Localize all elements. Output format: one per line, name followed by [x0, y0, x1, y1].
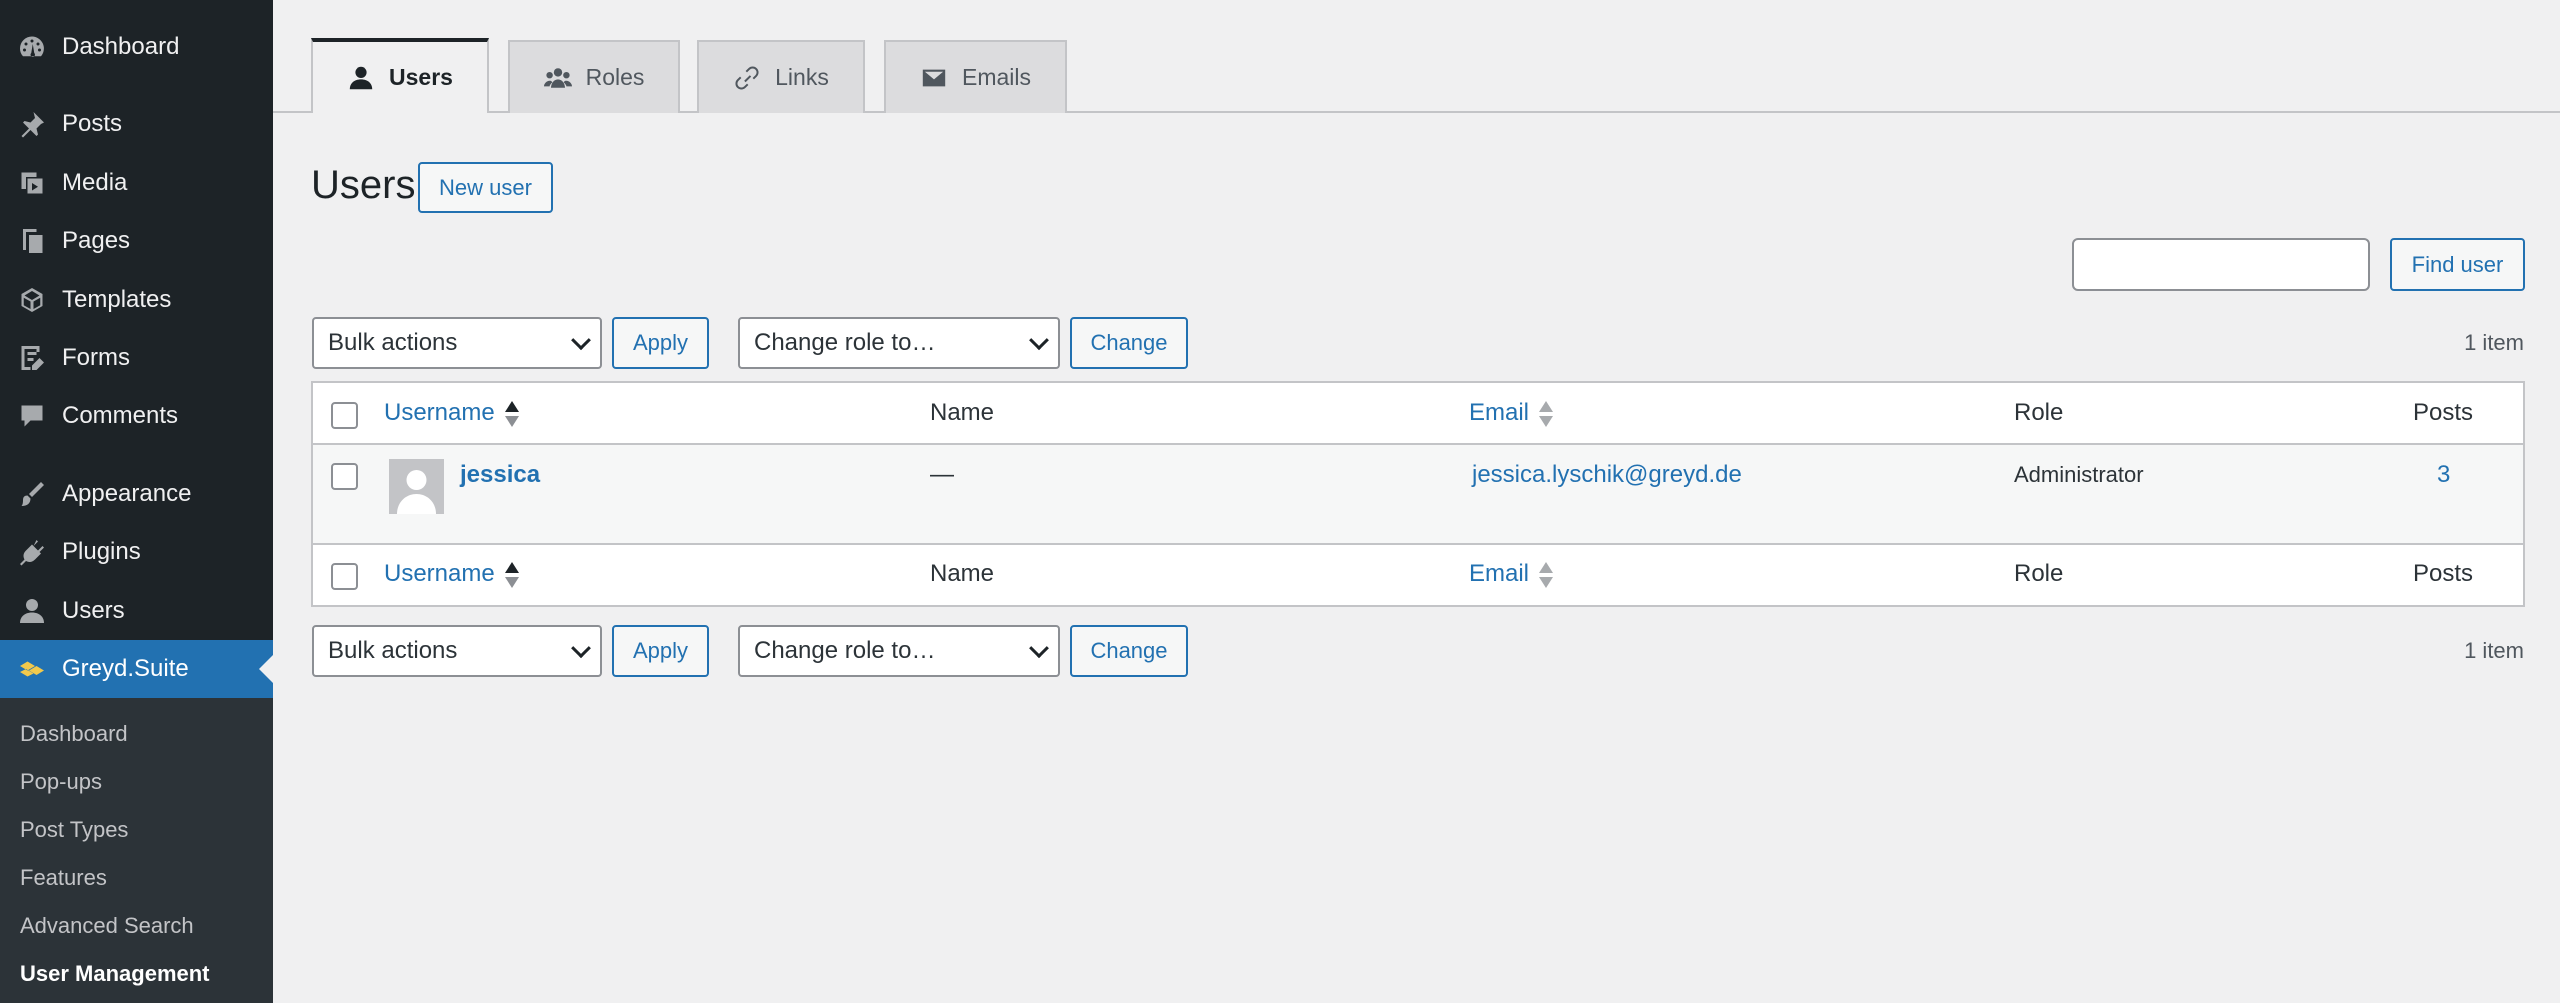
- email-link[interactable]: jessica.lyschik@greyd.de: [1472, 461, 1742, 489]
- sort-icon: [1539, 400, 1554, 428]
- pages-icon: [12, 221, 52, 261]
- avatar: [389, 459, 444, 514]
- menu-item-greyd-suite[interactable]: Greyd.Suite: [0, 640, 273, 698]
- column-role: Role: [2014, 399, 2064, 426]
- find-user-button[interactable]: Find user: [2390, 238, 2525, 291]
- table-footer: Username Name Email Role Posts: [313, 543, 2523, 605]
- bulk-actions-select-bottom[interactable]: Bulk actions: [312, 625, 602, 677]
- menu-item-plugins[interactable]: Plugins: [0, 523, 273, 581]
- menu-item-appearance[interactable]: Appearance: [0, 465, 273, 523]
- table-header: Username Name Email Role Posts: [313, 383, 2523, 445]
- group-icon: [543, 67, 572, 88]
- cube-icon: [12, 280, 52, 320]
- apply-button-top[interactable]: Apply: [612, 317, 709, 369]
- menu-item-posts[interactable]: Posts: [0, 95, 273, 153]
- plug-icon: [12, 532, 52, 572]
- item-count-top: 1 item: [2464, 330, 2524, 355]
- chevron-down-icon: [571, 330, 591, 351]
- username-link[interactable]: jessica: [460, 461, 540, 489]
- column-email[interactable]: Email: [1469, 399, 1554, 428]
- forms-icon: [12, 338, 52, 378]
- chevron-down-icon: [1029, 638, 1049, 659]
- change-button-bottom[interactable]: Change: [1070, 625, 1188, 677]
- admin-sidebar: Dashboard Posts Media Pages Templates Fo…: [0, 0, 273, 1003]
- pin-icon: [12, 104, 52, 144]
- active-indicator: [259, 655, 273, 683]
- link-icon: [735, 65, 759, 90]
- apply-button-bottom[interactable]: Apply: [612, 625, 709, 677]
- tab-bar: Users Roles Links Emails: [273, 0, 2560, 113]
- sort-icon: [1539, 561, 1554, 589]
- submenu-popups[interactable]: Pop-ups: [20, 769, 102, 795]
- menu-item-templates[interactable]: Templates: [0, 271, 273, 329]
- tab-roles[interactable]: Roles: [508, 40, 680, 113]
- envelope-icon: [922, 69, 946, 86]
- menu-item-media[interactable]: Media: [0, 154, 273, 212]
- bulk-actions-select-top[interactable]: Bulk actions: [312, 317, 602, 369]
- users-table: Username Name Email Role Posts jessica —…: [311, 381, 2525, 607]
- posts-count-link[interactable]: 3: [2437, 461, 2450, 489]
- brush-icon: [12, 474, 52, 514]
- menu-item-comments[interactable]: Comments: [0, 387, 273, 445]
- change-role-select-top[interactable]: Change role to…: [738, 317, 1060, 369]
- submenu-user-management[interactable]: User Management: [20, 961, 210, 987]
- column-username[interactable]: Username: [384, 399, 519, 428]
- column-email-footer[interactable]: Email: [1469, 560, 1554, 589]
- submenu-dashboard[interactable]: Dashboard: [20, 721, 128, 747]
- sort-icon: [504, 561, 519, 589]
- change-button-top[interactable]: Change: [1070, 317, 1188, 369]
- search-input[interactable]: [2072, 238, 2370, 291]
- row-checkbox[interactable]: [331, 463, 358, 490]
- menu-item-users[interactable]: Users: [0, 582, 273, 640]
- menu-item-pages[interactable]: Pages: [0, 212, 273, 270]
- submenu-features[interactable]: Features: [20, 865, 107, 891]
- tab-users[interactable]: Users: [311, 38, 489, 113]
- chevron-down-icon: [571, 638, 591, 659]
- select-all-checkbox[interactable]: [331, 402, 358, 429]
- column-posts-footer: Posts: [2413, 560, 2474, 587]
- user-icon: [349, 66, 373, 89]
- tab-links[interactable]: Links: [697, 40, 865, 113]
- menu-item-forms[interactable]: Forms: [0, 329, 273, 387]
- greyd-logo-icon: [12, 649, 52, 689]
- role-cell: Administrator: [2014, 462, 2144, 487]
- tab-emails[interactable]: Emails: [884, 40, 1067, 113]
- submenu-advanced-search[interactable]: Advanced Search: [20, 913, 194, 939]
- dashboard-icon: [12, 27, 52, 67]
- user-icon: [12, 591, 52, 631]
- name-cell: —: [930, 461, 954, 488]
- comment-icon: [12, 396, 52, 436]
- submenu-post-types[interactable]: Post Types: [20, 817, 128, 843]
- table-row: jessica — jessica.lyschik@greyd.de Admin…: [313, 445, 2523, 543]
- column-name: Name: [930, 399, 995, 426]
- column-username-footer[interactable]: Username: [384, 560, 519, 589]
- page-title: Users: [311, 163, 416, 207]
- media-icon: [12, 163, 52, 203]
- menu-item-dashboard[interactable]: Dashboard: [0, 18, 273, 76]
- change-role-select-bottom[interactable]: Change role to…: [738, 625, 1060, 677]
- greyd-submenu: Dashboard Pop-ups Post Types Features Ad…: [0, 698, 273, 1003]
- select-all-checkbox-footer[interactable]: [331, 563, 358, 590]
- column-role-footer: Role: [2014, 560, 2064, 587]
- item-count-bottom: 1 item: [2464, 638, 2524, 663]
- column-name-footer: Name: [930, 560, 995, 587]
- new-user-button[interactable]: New user: [418, 162, 553, 213]
- chevron-down-icon: [1029, 330, 1049, 351]
- column-posts: Posts: [2413, 399, 2474, 426]
- sort-icon: [504, 400, 519, 428]
